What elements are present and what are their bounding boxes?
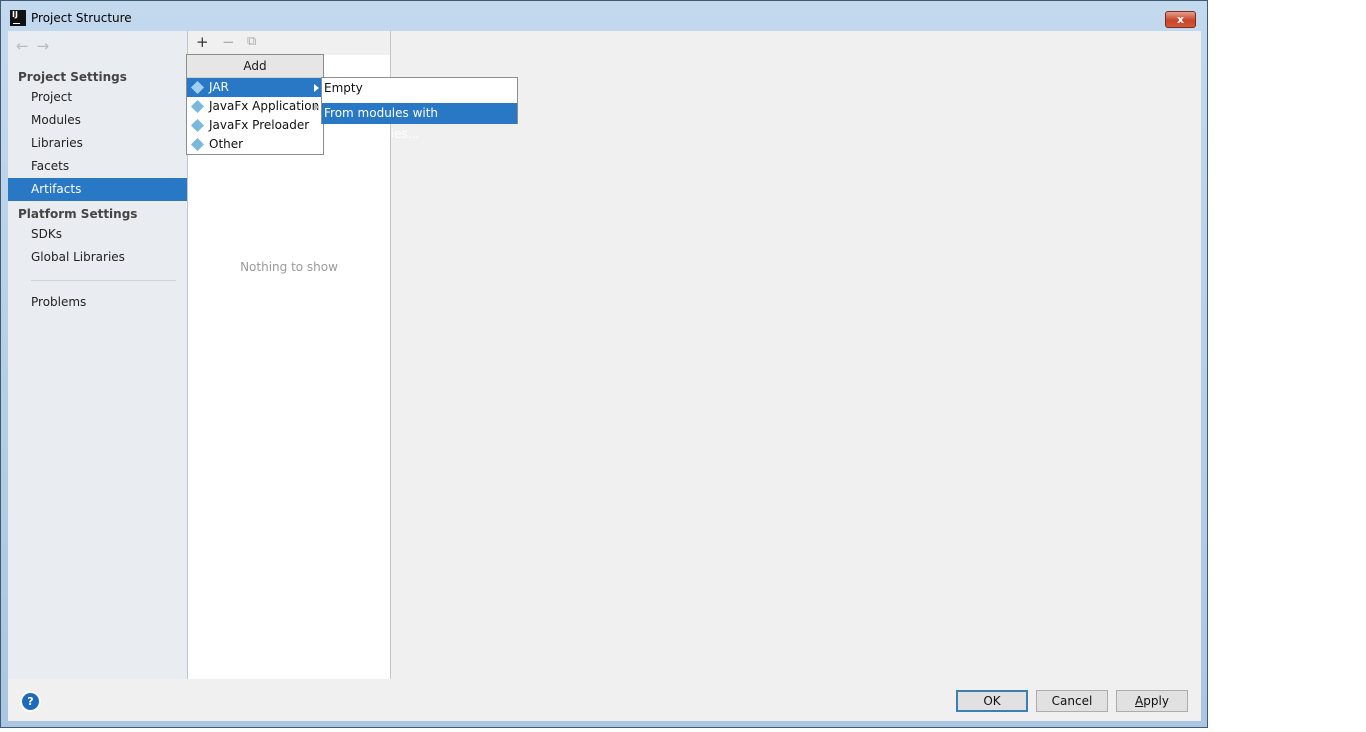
sidebar-item-facets[interactable]: Facets — [8, 155, 187, 178]
menu-item-label: JavaFx Application — [209, 99, 320, 113]
remove-icon[interactable]: − — [222, 34, 235, 50]
menu-item-label: JavaFx Preloader — [209, 118, 310, 132]
submenu-item-from-modules[interactable]: From modules with dependencies... — [322, 103, 517, 141]
artifact-icon — [190, 118, 205, 133]
sidebar-item-problems[interactable]: Problems — [8, 291, 187, 314]
sidebar-item-project[interactable]: Project — [8, 86, 187, 109]
back-arrow-icon[interactable]: ← — [16, 37, 37, 55]
empty-list-message: Nothing to show — [240, 260, 338, 274]
project-settings-header: Project Settings — [18, 70, 127, 84]
history-navigation: ←→ — [16, 37, 57, 55]
artifact-icon — [190, 99, 205, 114]
submenu-arrow-icon — [314, 84, 319, 92]
popup-header: Add — [187, 55, 323, 78]
sidebar-item-modules[interactable]: Modules — [8, 109, 187, 132]
menu-item-label: JAR — [209, 80, 229, 94]
artifact-icon — [190, 80, 205, 95]
help-icon[interactable]: ? — [22, 693, 39, 710]
add-icon[interactable]: + — [196, 34, 209, 50]
platform-settings-header: Platform Settings — [18, 207, 138, 221]
menu-item-javafx-preloader[interactable]: JavaFx Preloader — [187, 116, 323, 135]
apply-label: pply — [1143, 694, 1169, 708]
intellij-idea-icon: IJ — [10, 10, 26, 26]
cancel-button[interactable]: Cancel — [1036, 690, 1108, 712]
close-button[interactable]: x — [1165, 11, 1196, 28]
artifacts-toolbar: + − ⧉ — [188, 31, 390, 55]
sidebar-item-libraries[interactable]: Libraries — [8, 132, 187, 155]
window-title: Project Structure — [31, 11, 132, 25]
apply-button[interactable]: Apply — [1116, 690, 1188, 712]
jar-submenu: Empty From modules with dependencies... — [321, 77, 518, 141]
sidebar: ←→ Project Settings Project Modules Libr… — [8, 31, 187, 679]
artifact-icon — [190, 137, 205, 152]
forward-arrow-icon[interactable]: → — [37, 37, 58, 55]
menu-item-label: Other — [209, 137, 244, 151]
sidebar-item-global-libraries[interactable]: Global Libraries — [8, 246, 187, 269]
title-bar[interactable]: IJ Project Structure x — [1, 1, 1207, 31]
menu-item-javafx-application[interactable]: JavaFx Application — [187, 97, 323, 116]
menu-item-other[interactable]: Other — [187, 135, 323, 154]
project-structure-window: IJ Project Structure x ←→ Project Settin… — [0, 0, 1208, 728]
submenu-item-empty[interactable]: Empty — [322, 78, 517, 99]
submenu-arrow-icon — [314, 103, 319, 111]
dialog-footer: ? OK Cancel Apply — [8, 679, 1201, 721]
sidebar-item-artifacts[interactable]: Artifacts — [8, 178, 187, 201]
menu-item-jar[interactable]: JAR — [187, 78, 323, 97]
sidebar-item-sdks[interactable]: SDKs — [8, 223, 187, 246]
ok-button[interactable]: OK — [956, 690, 1028, 712]
sidebar-divider — [31, 280, 176, 281]
copy-icon[interactable]: ⧉ — [247, 34, 256, 50]
add-artifact-popup: Add JAR JavaFx Application JavaFx Preloa… — [186, 54, 324, 155]
details-pane — [391, 31, 1201, 679]
